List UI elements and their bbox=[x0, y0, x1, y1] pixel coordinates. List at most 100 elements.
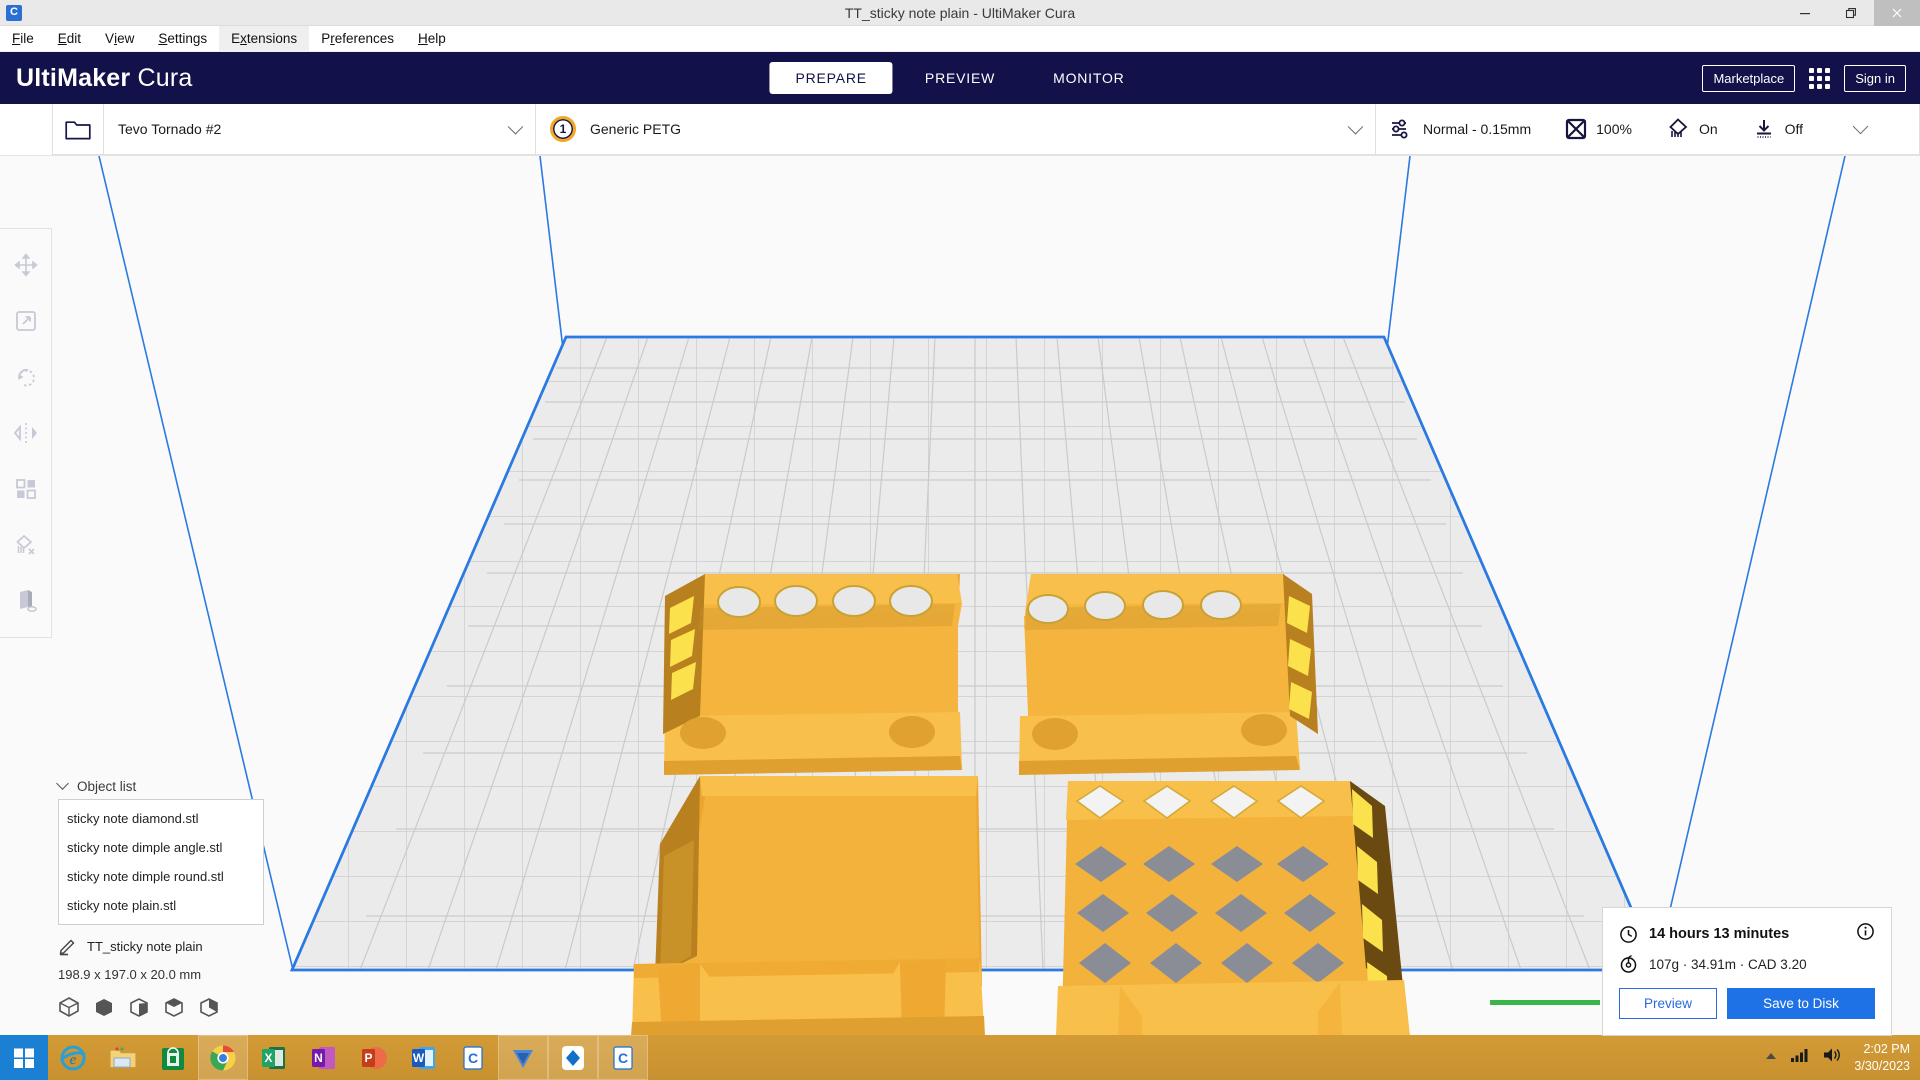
model-sticky-note-diamond bbox=[1056, 781, 1410, 1035]
tab-preview[interactable]: PREVIEW bbox=[899, 62, 1021, 94]
taskbar-clock[interactable]: 2:02 PM 3/30/2023 bbox=[1854, 1041, 1910, 1075]
sliders-icon bbox=[1392, 119, 1408, 139]
menubar: File Edit Vi ew Settings Ex tensions Pr efe… bbox=[0, 25, 1920, 52]
diamond-app-icon[interactable] bbox=[548, 1035, 598, 1080]
info-icon[interactable] bbox=[1856, 922, 1875, 946]
internet-explorer-icon[interactable]: e bbox=[48, 1035, 98, 1080]
mesh-top-icon[interactable] bbox=[163, 996, 185, 1018]
svg-text:e: e bbox=[70, 1052, 77, 1068]
chevron-down-icon bbox=[56, 777, 69, 790]
open-file-button[interactable] bbox=[52, 104, 104, 155]
list-item[interactable]: sticky note diamond.stl bbox=[59, 804, 263, 833]
model-sticky-note-plain bbox=[631, 776, 985, 1035]
maximize-button[interactable] bbox=[1828, 0, 1874, 26]
material-selector[interactable]: 1 Generic PETG bbox=[536, 104, 1376, 155]
mesh-type-icons bbox=[58, 996, 264, 1018]
cura-window-icon[interactable]: C bbox=[598, 1035, 648, 1080]
profile-setting[interactable]: Normal - 0.15mm bbox=[1390, 119, 1531, 139]
sign-in-button[interactable]: Sign in bbox=[1844, 64, 1906, 92]
clock-time: 2:02 PM bbox=[1863, 1041, 1910, 1056]
microsoft-store-icon[interactable] bbox=[148, 1035, 198, 1080]
mirror-tool[interactable] bbox=[4, 407, 48, 459]
chevron-down-icon bbox=[507, 119, 524, 135]
tab-prepare[interactable]: PREPARE bbox=[769, 62, 893, 94]
measure-tool[interactable] bbox=[4, 575, 48, 627]
window-title: TT_sticky note plain - UltiMaker Cura bbox=[844, 4, 1076, 21]
file-explorer-icon[interactable] bbox=[98, 1035, 148, 1080]
close-button[interactable] bbox=[1874, 0, 1920, 26]
vlc-media-player-icon[interactable] bbox=[498, 1035, 548, 1080]
support-icon bbox=[1669, 118, 1688, 137]
brand-bold: UltiMaker bbox=[16, 63, 131, 92]
taskbar-apps: e X N P W C C bbox=[48, 1035, 648, 1080]
infill-setting[interactable]: 100% bbox=[1565, 118, 1632, 140]
list-item[interactable]: sticky note dimple angle.stl bbox=[59, 833, 263, 862]
cura-pinned-icon[interactable]: C bbox=[448, 1035, 498, 1080]
stage-tabs: PREPARE PREVIEW MONITOR bbox=[769, 62, 1150, 94]
per-model-settings-icon bbox=[15, 479, 36, 499]
marketplace-button[interactable]: Marketplace bbox=[1702, 64, 1796, 92]
apps-grid-icon[interactable] bbox=[1809, 67, 1831, 89]
network-icon[interactable] bbox=[1790, 1047, 1810, 1068]
model-sticky-note-dimple-angle bbox=[1019, 574, 1318, 775]
adhesion-setting[interactable]: Off bbox=[1752, 117, 1803, 141]
menu-file[interactable]: File bbox=[0, 26, 46, 52]
svg-text:P: P bbox=[364, 1051, 372, 1065]
microsoft-word-icon[interactable]: W bbox=[398, 1035, 448, 1080]
brand-light: Cura bbox=[137, 63, 193, 92]
save-to-disk-button[interactable]: Save to Disk bbox=[1727, 988, 1875, 1019]
header-actions: Marketplace Sign in bbox=[1702, 64, 1906, 92]
infill-value: 100% bbox=[1596, 121, 1632, 137]
windows-taskbar: e X N P W C C 2:02 PM 3/30/2023 bbox=[0, 1035, 1920, 1080]
scale-tool[interactable] bbox=[4, 295, 48, 347]
rotate-tool[interactable] bbox=[4, 351, 48, 403]
clock-date: 3/30/2023 bbox=[1854, 1058, 1910, 1073]
mesh-outline-icon[interactable] bbox=[58, 996, 80, 1018]
material-cost-value: 107g · 34.91m · CAD 3.20 bbox=[1649, 957, 1807, 972]
chrome-icon[interactable] bbox=[198, 1035, 248, 1080]
object-list-header[interactable]: Object list bbox=[56, 777, 264, 794]
support-setting[interactable]: On bbox=[1666, 117, 1718, 141]
mesh-solid-icon[interactable] bbox=[93, 996, 115, 1018]
object-list-title: Object list bbox=[77, 779, 137, 794]
minimize-button[interactable] bbox=[1782, 0, 1828, 26]
windows-start-icon[interactable] bbox=[0, 1035, 48, 1080]
extruder-badge: 1 bbox=[550, 116, 576, 142]
per-model-settings-tool[interactable] bbox=[4, 463, 48, 515]
microsoft-powerpoint-icon[interactable]: P bbox=[348, 1035, 398, 1080]
menu-extensions-label: tensions bbox=[246, 31, 298, 46]
adhesion-value: Off bbox=[1784, 121, 1804, 137]
list-item[interactable]: sticky note dimple round.stl bbox=[59, 862, 263, 891]
microsoft-excel-icon[interactable]: X bbox=[248, 1035, 298, 1080]
svg-text:C: C bbox=[618, 1050, 628, 1066]
printer-selector[interactable]: Tevo Tornado #2 bbox=[104, 104, 536, 155]
preview-button[interactable]: Preview bbox=[1619, 988, 1717, 1019]
support-blocker-icon bbox=[15, 534, 35, 555]
support-blocker-tool[interactable] bbox=[4, 519, 48, 571]
menu-help-label: elp bbox=[427, 31, 446, 46]
menu-file-label: ile bbox=[20, 31, 34, 46]
menu-preferences[interactable]: Pr eferences bbox=[309, 26, 406, 52]
3d-viewport[interactable] bbox=[0, 156, 1920, 1035]
system-tray: 2:02 PM 3/30/2023 bbox=[1764, 1035, 1920, 1080]
infill-icon bbox=[1566, 118, 1587, 140]
tab-monitor[interactable]: MONITOR bbox=[1027, 62, 1150, 94]
menu-settings[interactable]: Settings bbox=[146, 26, 219, 52]
build-plate-scene bbox=[0, 156, 1920, 1035]
mesh-half-icon[interactable] bbox=[128, 996, 150, 1018]
model-sticky-note-dimple-round bbox=[663, 574, 962, 775]
list-item[interactable]: sticky note plain.stl bbox=[59, 891, 263, 920]
model-tools-toolbar bbox=[0, 228, 52, 638]
selected-object-name: TT_sticky note plain bbox=[87, 939, 203, 954]
menu-settings-label: ettings bbox=[167, 31, 208, 46]
chevron-up-icon[interactable] bbox=[1764, 1049, 1778, 1067]
move-tool[interactable] bbox=[4, 239, 48, 291]
menu-view[interactable]: Vi ew bbox=[93, 26, 146, 52]
volume-icon[interactable] bbox=[1822, 1046, 1842, 1069]
mesh-side-icon[interactable] bbox=[198, 996, 220, 1018]
menu-help[interactable]: Help bbox=[406, 26, 458, 52]
microsoft-onenote-icon[interactable]: N bbox=[298, 1035, 348, 1080]
print-settings-selector[interactable]: Normal - 0.15mm 100% On Off bbox=[1376, 104, 1920, 155]
menu-edit[interactable]: Edit bbox=[46, 26, 93, 52]
menu-extensions[interactable]: Ex tensions bbox=[219, 25, 310, 52]
